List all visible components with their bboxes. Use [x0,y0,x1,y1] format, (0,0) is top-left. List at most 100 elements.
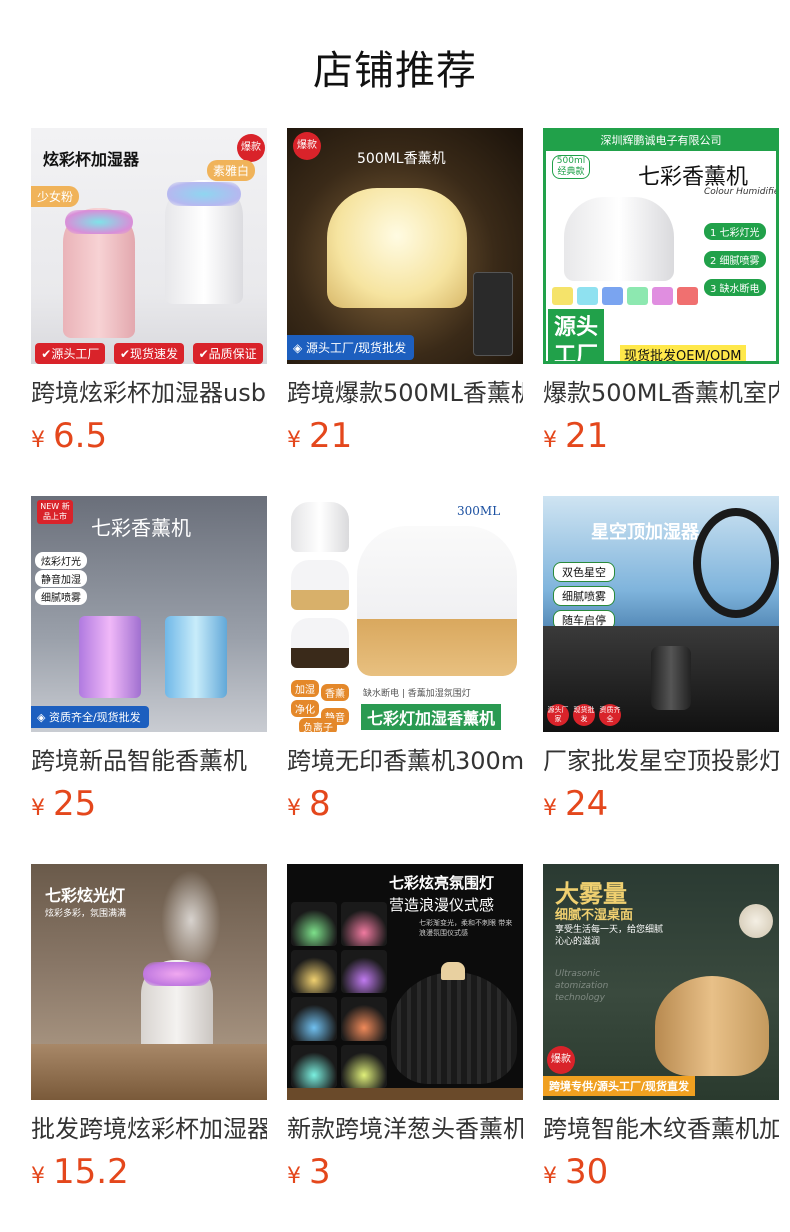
mini-badge-3: 资质齐全 [599,704,621,726]
product-name[interactable]: 批发跨境炫彩杯加湿器 [31,1114,267,1144]
cup-light [143,962,211,986]
source-label-2: 工厂 [548,337,605,361]
product-image[interactable]: 300ML 加湿 香薰 净化 静音 负离子 缺水断电 | 香薰加湿氛围灯 七彩灯… [287,496,523,732]
product-name[interactable]: 跨境炫彩杯加湿器usb [31,378,267,408]
corner-badge: 500ml 经典款 [552,155,590,179]
product-price: ¥ 30 [543,1152,779,1196]
product-image[interactable]: 深圳辉鹏诚电子有限公司 500ml 经典款 七彩香薰机 Colour Humid… [543,128,779,364]
product-card[interactable]: 七彩炫光灯 炫彩多彩，氛围满满 批发跨境炫彩杯加湿器 ¥ 15.2 [31,864,267,1196]
diffuser-body [327,188,467,308]
product-name[interactable]: 爆款500ML香薰机室内 [543,378,779,408]
product-card[interactable]: 七彩炫亮氛围灯 营造浪漫仪式感 七彩渐变光，柔和不刺眼 带来浪漫氛围仪式感 新款… [287,864,523,1196]
image-title: 炫彩杯加湿器 [43,150,140,169]
product-name[interactable]: 新款跨境洋葱头香薰机 [287,1114,523,1144]
faded-text: Ultrasonic atomization technology [555,969,609,1003]
currency-symbol: ¥ [31,1164,45,1189]
product-price: ¥ 8 [287,784,523,828]
product-card[interactable]: NEW 新品上市 七彩香薰机 炫彩灯光 静音加湿 细腻喷雾 ◈ 资质齐全/现货批… [31,496,267,828]
product-image[interactable]: NEW 新品上市 七彩香薰机 炫彩灯光 静音加湿 细腻喷雾 ◈ 资质齐全/现货批… [31,496,267,732]
diffuser-body [357,526,517,676]
side-feature-1: 加湿 [291,680,319,697]
shield-icon: ◈ [37,711,49,724]
product-name[interactable]: 跨境无印香薰机300ml [287,746,523,776]
price-value: 21 [565,416,609,456]
image-title: 七彩炫光灯 [45,886,126,905]
feature-2: 细腻喷雾 [553,586,615,606]
product-price: ¥ 21 [543,416,779,460]
product-image[interactable]: 七彩炫光灯 炫彩多彩，氛围满满 [31,864,267,1100]
shield-icon: ◈ [293,341,307,355]
price-value: 24 [565,784,609,824]
product-name[interactable]: 跨境新品智能香薰机 [31,746,267,776]
product-name[interactable]: 厂家批发星空顶投影灯 [543,746,779,776]
product-image[interactable]: 爆款 500ML香薰机 ◈ 源头工厂/现货批发 [287,128,523,364]
product-card[interactable]: 星空顶加湿器 双色星空 细腻喷雾 随车启停 源头厂家 现货批发 资质齐全 厂家批… [543,496,779,828]
remote-control [473,272,513,356]
wood-diffuser [655,976,769,1076]
moon-lamp [739,904,773,938]
pink-cup-light [65,210,133,234]
bottom-label: 跨境专供/源头工厂/现货直发 [543,1076,696,1096]
feature-2: 静音加湿 [35,570,87,587]
bottom-label-1: ✔源头工厂 [35,342,106,364]
currency-symbol: ¥ [543,1164,557,1189]
bottom-label-2: ✔现货速发 [113,342,185,364]
promo-bar-1: 跨境专供 资质齐全 [642,331,751,346]
image-subtitle: 营造浪漫仪式感 [389,896,495,914]
volume-label: 300ML [457,504,501,518]
diffuser-body [564,197,674,281]
image-title: 星空顶加湿器 [591,522,699,543]
hot-badge: 爆款 [547,1046,575,1074]
product-card[interactable]: 爆款 500ML香薰机 ◈ 源头工厂/现货批发 跨境爆款500ML香薰机 ¥ 2… [287,128,523,460]
product-card[interactable]: 大雾量 细腻不湿桌面 享受生活每一天，给您细腻沁心的滋润 Ultrasonic … [543,864,779,1196]
steering-wheel [693,508,779,618]
price-value: 15.2 [53,1152,129,1192]
image-title: 七彩炫亮氛围灯 [389,874,495,892]
product-card[interactable]: 炫彩杯加湿器 爆款 素雅白 少女粉 ✔源头工厂 ✔现货速发 ✔品质保证 跨境炫彩… [31,128,267,460]
currency-symbol: ¥ [287,1164,301,1189]
small-feature-line: 缺水断电 | 香薰加湿氛围灯 [363,689,471,699]
side-feature-3: 净化 [291,700,319,717]
car-diffuser [651,646,691,710]
product-name[interactable]: 跨境智能木纹香薰机加湿器 [543,1114,779,1144]
product-image[interactable]: 炫彩杯加湿器 爆款 素雅白 少女粉 ✔源头工厂 ✔现货速发 ✔品质保证 [31,128,267,364]
image-subtitle: 细腻不湿桌面 [555,908,634,923]
thumb-variant-3 [291,618,349,668]
product-price: ¥ 24 [543,784,779,828]
white-cup-light [167,182,241,206]
product-name[interactable]: 跨境爆款500ML香薰机 [287,378,523,408]
feature-1: 1 七彩灯光 [704,223,766,240]
thumb-variant-2 [291,560,349,610]
product-card[interactable]: 300ML 加湿 香薰 净化 静音 负离子 缺水断电 | 香薰加湿氛围灯 七彩灯… [287,496,523,828]
product-price: ¥ 3 [287,1152,523,1196]
mist-plume [161,870,221,970]
product-image[interactable]: 星空顶加湿器 双色星空 细腻喷雾 随车启停 源头厂家 现货批发 资质齐全 [543,496,779,732]
company-banner: 深圳辉鹏诚电子有限公司 [546,131,776,151]
bottom-label-3: ✔品质保证 [192,342,263,364]
price-value: 21 [309,416,353,456]
diffuser-top [441,962,465,980]
thumb-variant-1 [291,502,349,552]
bottom-label: ◈ 源头工厂/现货批发 [287,335,415,360]
feature-1: 炫彩灯光 [35,552,87,569]
small-text: 七彩渐变光，柔和不刺眼 带来浪漫氛围仪式感 [419,919,513,937]
image-subtitle: 炫彩多彩，氛围满满 [45,909,127,919]
variant-grid [291,902,387,1088]
bottom-label: ◈ 资质齐全/现货批发 [31,706,149,728]
currency-symbol: ¥ [31,796,45,821]
side-feature-5: 负离子 [299,718,337,732]
hot-badge: 爆款 [237,134,265,162]
product-image[interactable]: 大雾量 细腻不湿桌面 享受生活每一天，给您细腻沁心的滋润 Ultrasonic … [543,864,779,1100]
currency-symbol: ¥ [287,796,301,821]
currency-symbol: ¥ [543,796,557,821]
product-image[interactable]: 七彩炫亮氛围灯 营造浪漫仪式感 七彩渐变光，柔和不刺眼 带来浪漫氛围仪式感 [287,864,523,1100]
bottom-label-text: 源头工厂/现货批发 [306,341,407,355]
product-card[interactable]: 深圳辉鹏诚电子有限公司 500ml 经典款 七彩香薰机 Colour Humid… [543,128,779,460]
page-title: 店铺推荐 [313,48,477,94]
price-value: 3 [309,1152,331,1192]
currency-symbol: ¥ [287,428,301,453]
feature-3: 3 缺水断电 [704,279,766,296]
feature-3: 细腻喷雾 [35,588,87,605]
product-price: ¥ 6.5 [31,416,267,460]
image-subtitle: Colour Humidifier [704,187,779,197]
